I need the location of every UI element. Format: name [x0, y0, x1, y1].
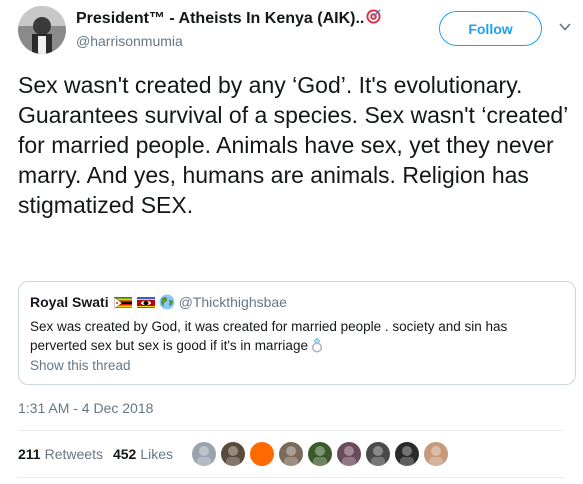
liker-avatar[interactable] — [366, 442, 390, 466]
tweet-timestamp[interactable]: 1:31 AM - 4 Dec 2018 — [18, 400, 153, 416]
liker-avatar[interactable] — [424, 442, 448, 466]
liker-avatar[interactable] — [395, 442, 419, 466]
divider-bottom — [18, 477, 564, 478]
quote-text-body: Sex was created by God, it was created f… — [30, 319, 508, 353]
likes-label: Likes — [140, 446, 173, 462]
liker-avatar[interactable] — [221, 442, 245, 466]
quote-text: Sex was created by God, it was created f… — [30, 317, 566, 355]
tweet-header: President™ - Atheists In Kenya (AIK).. @… — [0, 0, 583, 60]
likes-count: 452 — [112, 446, 137, 462]
author-avatar[interactable] — [18, 6, 66, 54]
quoted-tweet[interactable]: Royal Swati @Thickthighsbae Sex was crea… — [18, 281, 576, 385]
liker-avatar[interactable] — [250, 442, 274, 466]
retweets-stat[interactable]: 211 Retweets — [18, 446, 113, 462]
liker-avatar[interactable] — [337, 442, 361, 466]
author-name[interactable]: President™ - Atheists In Kenya (AIK).. — [76, 10, 364, 28]
follow-button[interactable]: Follow — [439, 11, 542, 46]
liker-avatar[interactable] — [279, 442, 303, 466]
liker-avatar[interactable] — [308, 442, 332, 466]
earth-emoji-icon — [159, 294, 175, 310]
quote-header: Royal Swati @Thickthighsbae — [30, 294, 287, 310]
author-name-row[interactable]: President™ - Atheists In Kenya (AIK).. — [76, 9, 416, 29]
ring-emoji-icon — [311, 337, 323, 353]
retweets-count: 211 — [18, 446, 41, 462]
quote-author-name: Royal Swati — [30, 294, 109, 310]
author-handle[interactable]: @harrisonmumia — [76, 33, 416, 49]
likes-stat[interactable]: 452 Likes — [113, 446, 183, 462]
tweet-text: Sex wasn't created by any ‘God’. It's ev… — [18, 72, 568, 218]
divider-top — [18, 430, 564, 431]
quote-author-handle: @Thickthighsbae — [178, 294, 287, 310]
eswatini-flag-icon — [136, 296, 155, 308]
chevron-down-icon[interactable] — [558, 20, 572, 34]
zimbabwe-flag-icon — [113, 296, 132, 308]
author-info: President™ - Atheists In Kenya (AIK).. @… — [76, 9, 416, 49]
show-thread-link[interactable]: Show this thread — [30, 358, 131, 373]
dartboard-emoji-icon — [366, 9, 381, 29]
retweets-label: Retweets — [44, 446, 103, 462]
tweet-stats: 211 Retweets 452 Likes — [18, 441, 183, 467]
liker-avatar[interactable] — [192, 442, 216, 466]
liker-avatars — [192, 442, 453, 466]
